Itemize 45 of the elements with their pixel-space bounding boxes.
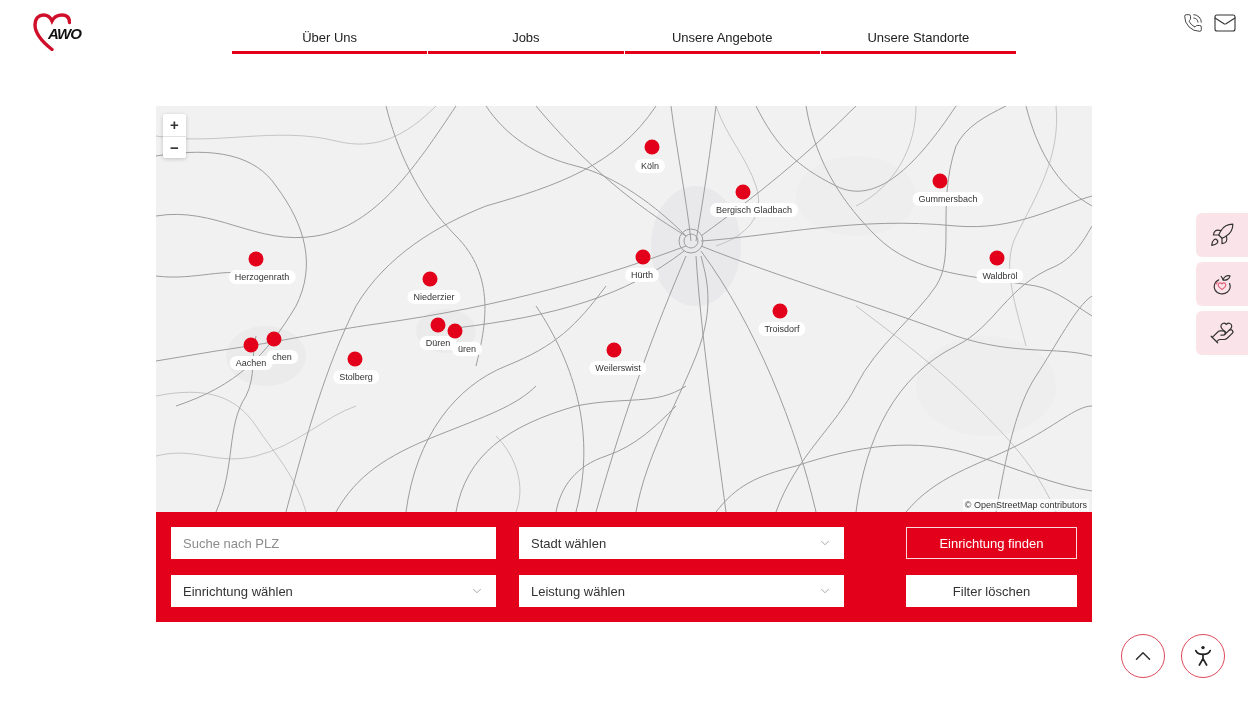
- dropdown-select[interactable]: Leistung wählen: [519, 575, 844, 607]
- nav-link[interactable]: Über Uns: [232, 30, 428, 54]
- map-label: Gummersbach: [912, 192, 984, 206]
- side-tab[interactable]: [1196, 213, 1248, 257]
- map-marker-icon[interactable]: [989, 250, 1005, 266]
- dropdown-select[interactable]: Einrichtung wählen: [171, 575, 496, 607]
- map-label: Bergisch Gladbach: [710, 203, 798, 217]
- zoom-out-button[interactable]: −: [163, 136, 186, 158]
- rocket-icon: [1209, 222, 1235, 248]
- map-marker-icon[interactable]: [635, 249, 651, 265]
- map-marker-icon[interactable]: [772, 303, 788, 319]
- logo-text[interactable]: AWO: [48, 27, 81, 41]
- map-label: Hürth: [625, 268, 659, 282]
- mail-icon[interactable]: [1213, 11, 1237, 35]
- map-label: Düren: [419, 336, 457, 350]
- map-marker-icon[interactable]: [248, 251, 264, 267]
- map-label: Troisdorf: [758, 322, 806, 336]
- map-attribution: © OpenStreetMap contributors: [962, 499, 1089, 511]
- map-label: Aachen: [229, 356, 273, 370]
- map-marker-icon[interactable]: [932, 173, 948, 189]
- scroll-up-button[interactable]: [1121, 634, 1165, 678]
- map-label: Waldbröl: [976, 269, 1024, 283]
- nav-link[interactable]: Jobs: [428, 30, 624, 54]
- map-marker-icon[interactable]: [347, 351, 363, 367]
- zoom-in-button[interactable]: +: [163, 114, 186, 136]
- dropdown-select[interactable]: Stadt wählen: [519, 527, 844, 559]
- nav-link[interactable]: Unsere Angebote: [624, 30, 820, 54]
- map-label: Herzogenrath: [228, 270, 296, 284]
- side-tab[interactable]: [1196, 311, 1248, 355]
- clear-filter-button[interactable]: Filter löschen: [906, 575, 1077, 607]
- map-marker-icon[interactable]: [606, 342, 622, 358]
- find-button[interactable]: Einrichtung finden: [906, 527, 1077, 559]
- map-label: Weilerswist: [589, 361, 647, 375]
- nav-link[interactable]: Unsere Standorte: [820, 30, 1016, 54]
- map-marker-icon[interactable]: [735, 184, 751, 200]
- phone-icon[interactable]: [1183, 13, 1203, 33]
- hand-heart-icon: [1209, 320, 1235, 346]
- side-tab[interactable]: [1196, 262, 1248, 306]
- accessibility-button[interactable]: [1181, 634, 1225, 678]
- map-label: Stolberg: [333, 370, 379, 384]
- map-marker-icon[interactable]: [422, 271, 438, 287]
- map-label: Niederzier: [407, 290, 461, 304]
- map-marker-icon[interactable]: [644, 139, 660, 155]
- map-label: Köln: [635, 159, 665, 173]
- postcode-input[interactable]: Suche nach PLZ: [171, 527, 496, 559]
